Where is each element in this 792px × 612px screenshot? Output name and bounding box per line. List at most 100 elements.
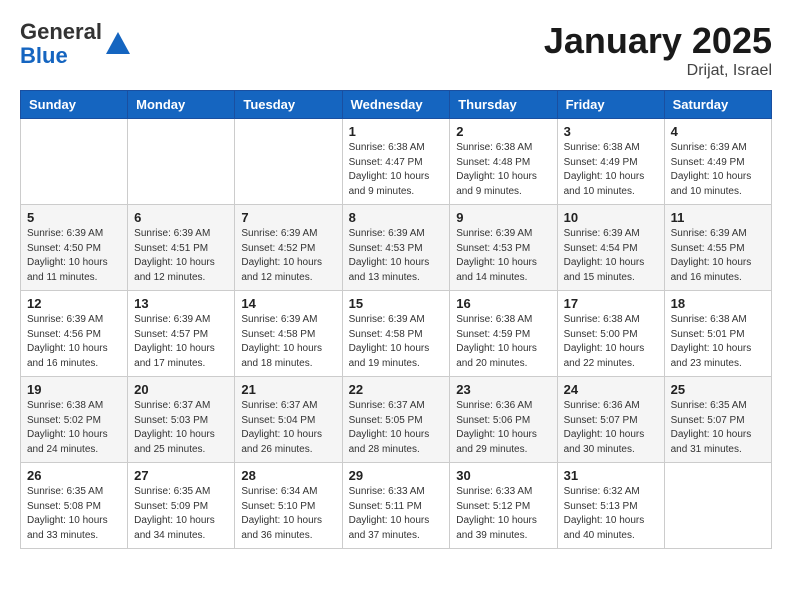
calendar-cell: 31 Sunrise: 6:32 AM Sunset: 5:13 PM Dayli… bbox=[557, 463, 664, 549]
calendar-cell: 5 Sunrise: 6:39 AM Sunset: 4:50 PM Daylig… bbox=[21, 205, 128, 291]
day-number: 23 bbox=[456, 382, 550, 397]
day-info: Sunrise: 6:39 AM Sunset: 4:50 PM Dayligh… bbox=[27, 227, 121, 285]
calendar-cell: 27 Sunrise: 6:35 AM Sunset: 5:09 PM Dayli… bbox=[128, 463, 235, 549]
day-number: 10 bbox=[564, 210, 658, 225]
day-info: Sunrise: 6:39 AM Sunset: 4:51 PM Dayligh… bbox=[134, 227, 228, 285]
day-info: Sunrise: 6:37 AM Sunset: 5:05 PM Dayligh… bbox=[349, 399, 444, 457]
day-info: Sunrise: 6:39 AM Sunset: 4:55 PM Dayligh… bbox=[671, 227, 765, 285]
calendar-cell: 18 Sunrise: 6:38 AM Sunset: 5:01 PM Dayli… bbox=[664, 291, 771, 377]
day-info: Sunrise: 6:33 AM Sunset: 5:11 PM Dayligh… bbox=[349, 485, 444, 543]
day-number: 31 bbox=[564, 468, 658, 483]
calendar-cell: 9Sunrise: 6:39 AM Sunset: 4:53 PM Daylig… bbox=[450, 205, 557, 291]
day-number: 19 bbox=[27, 382, 121, 397]
day-number: 29 bbox=[349, 468, 444, 483]
calendar-cell: 6 Sunrise: 6:39 AM Sunset: 4:51 PM Daylig… bbox=[128, 205, 235, 291]
calendar-cell: 25 Sunrise: 6:35 AM Sunset: 5:07 PM Dayli… bbox=[664, 377, 771, 463]
calendar-cell: 11 Sunrise: 6:39 AM Sunset: 4:55 PM Dayli… bbox=[664, 205, 771, 291]
day-info: Sunrise: 6:38 AM Sunset: 4:59 PM Dayligh… bbox=[456, 313, 550, 371]
day-number: 27 bbox=[134, 468, 228, 483]
calendar-header-row: SundayMondayTuesdayWednesdayThursdayFrid… bbox=[21, 91, 772, 119]
calendar-cell: 12 Sunrise: 6:39 AM Sunset: 4:56 PM Dayli… bbox=[21, 291, 128, 377]
day-info: Sunrise: 6:39 AM Sunset: 4:53 PM Dayligh… bbox=[349, 227, 444, 285]
calendar-cell: 10Sunrise: 6:39 AM Sunset: 4:54 PM Dayli… bbox=[557, 205, 664, 291]
day-number: 24 bbox=[564, 382, 658, 397]
day-number: 9 bbox=[456, 210, 550, 225]
day-number: 21 bbox=[241, 382, 335, 397]
calendar-cell: 4Sunrise: 6:39 AM Sunset: 4:49 PM Daylig… bbox=[664, 119, 771, 205]
calendar-cell: 16Sunrise: 6:38 AM Sunset: 4:59 PM Dayli… bbox=[450, 291, 557, 377]
day-number: 5 bbox=[27, 210, 121, 225]
day-info: Sunrise: 6:35 AM Sunset: 5:08 PM Dayligh… bbox=[27, 485, 121, 543]
day-number: 25 bbox=[671, 382, 765, 397]
day-number: 18 bbox=[671, 296, 765, 311]
calendar-day-header: Tuesday bbox=[235, 91, 342, 119]
day-info: Sunrise: 6:38 AM Sunset: 5:02 PM Dayligh… bbox=[27, 399, 121, 457]
calendar-cell: 26 Sunrise: 6:35 AM Sunset: 5:08 PM Dayli… bbox=[21, 463, 128, 549]
day-info: Sunrise: 6:34 AM Sunset: 5:10 PM Dayligh… bbox=[241, 485, 335, 543]
calendar-cell: 17 Sunrise: 6:38 AM Sunset: 5:00 PM Dayli… bbox=[557, 291, 664, 377]
calendar-day-header: Friday bbox=[557, 91, 664, 119]
day-info: Sunrise: 6:39 AM Sunset: 4:56 PM Dayligh… bbox=[27, 313, 121, 371]
day-number: 6 bbox=[134, 210, 228, 225]
day-number: 22 bbox=[349, 382, 444, 397]
day-number: 30 bbox=[456, 468, 550, 483]
calendar-cell: 21 Sunrise: 6:37 AM Sunset: 5:04 PM Dayli… bbox=[235, 377, 342, 463]
month-title: January 2025 bbox=[544, 20, 772, 62]
logo: General Blue bbox=[20, 20, 132, 68]
calendar-cell bbox=[235, 119, 342, 205]
day-number: 8 bbox=[349, 210, 444, 225]
day-number: 11 bbox=[671, 210, 765, 225]
day-number: 12 bbox=[27, 296, 121, 311]
calendar-week-row: 26 Sunrise: 6:35 AM Sunset: 5:08 PM Dayli… bbox=[21, 463, 772, 549]
day-info: Sunrise: 6:39 AM Sunset: 4:57 PM Dayligh… bbox=[134, 313, 228, 371]
calendar-cell: 19 Sunrise: 6:38 AM Sunset: 5:02 PM Dayli… bbox=[21, 377, 128, 463]
calendar-day-header: Monday bbox=[128, 91, 235, 119]
day-info: Sunrise: 6:38 AM Sunset: 5:01 PM Dayligh… bbox=[671, 313, 765, 371]
calendar-day-header: Saturday bbox=[664, 91, 771, 119]
calendar-day-header: Thursday bbox=[450, 91, 557, 119]
day-info: Sunrise: 6:38 AM Sunset: 4:47 PM Dayligh… bbox=[349, 141, 444, 199]
day-number: 1 bbox=[349, 124, 444, 139]
calendar-cell bbox=[128, 119, 235, 205]
calendar-week-row: 12 Sunrise: 6:39 AM Sunset: 4:56 PM Dayli… bbox=[21, 291, 772, 377]
calendar-cell: 29 Sunrise: 6:33 AM Sunset: 5:11 PM Dayli… bbox=[342, 463, 450, 549]
day-number: 4 bbox=[671, 124, 765, 139]
day-info: Sunrise: 6:33 AM Sunset: 5:12 PM Dayligh… bbox=[456, 485, 550, 543]
day-info: Sunrise: 6:38 AM Sunset: 4:49 PM Dayligh… bbox=[564, 141, 658, 199]
day-info: Sunrise: 6:39 AM Sunset: 4:52 PM Dayligh… bbox=[241, 227, 335, 285]
calendar-cell: 14Sunrise: 6:39 AM Sunset: 4:58 PM Dayli… bbox=[235, 291, 342, 377]
location-text: Drijat, Israel bbox=[544, 62, 772, 80]
day-info: Sunrise: 6:32 AM Sunset: 5:13 PM Dayligh… bbox=[564, 485, 658, 543]
calendar-cell: 20 Sunrise: 6:37 AM Sunset: 5:03 PM Dayli… bbox=[128, 377, 235, 463]
day-number: 14 bbox=[241, 296, 335, 311]
day-number: 13 bbox=[134, 296, 228, 311]
calendar-cell: 1 Sunrise: 6:38 AM Sunset: 4:47 PM Daylig… bbox=[342, 119, 450, 205]
day-info: Sunrise: 6:38 AM Sunset: 4:48 PM Dayligh… bbox=[456, 141, 550, 199]
calendar-cell: 22 Sunrise: 6:37 AM Sunset: 5:05 PM Dayli… bbox=[342, 377, 450, 463]
calendar-cell: 3 Sunrise: 6:38 AM Sunset: 4:49 PM Daylig… bbox=[557, 119, 664, 205]
day-number: 17 bbox=[564, 296, 658, 311]
calendar-day-header: Wednesday bbox=[342, 91, 450, 119]
calendar-cell: 2Sunrise: 6:38 AM Sunset: 4:48 PM Daylig… bbox=[450, 119, 557, 205]
calendar-cell: 24Sunrise: 6:36 AM Sunset: 5:07 PM Dayli… bbox=[557, 377, 664, 463]
day-number: 7 bbox=[241, 210, 335, 225]
day-info: Sunrise: 6:37 AM Sunset: 5:04 PM Dayligh… bbox=[241, 399, 335, 457]
day-number: 26 bbox=[27, 468, 121, 483]
day-number: 20 bbox=[134, 382, 228, 397]
calendar-table: SundayMondayTuesdayWednesdayThursdayFrid… bbox=[20, 90, 772, 549]
calendar-cell: 13 Sunrise: 6:39 AM Sunset: 4:57 PM Dayli… bbox=[128, 291, 235, 377]
day-info: Sunrise: 6:35 AM Sunset: 5:07 PM Dayligh… bbox=[671, 399, 765, 457]
calendar-cell: 28Sunrise: 6:34 AM Sunset: 5:10 PM Dayli… bbox=[235, 463, 342, 549]
day-info: Sunrise: 6:36 AM Sunset: 5:06 PM Dayligh… bbox=[456, 399, 550, 457]
calendar-week-row: 1 Sunrise: 6:38 AM Sunset: 4:47 PM Daylig… bbox=[21, 119, 772, 205]
day-info: Sunrise: 6:38 AM Sunset: 5:00 PM Dayligh… bbox=[564, 313, 658, 371]
day-info: Sunrise: 6:37 AM Sunset: 5:03 PM Dayligh… bbox=[134, 399, 228, 457]
title-block: January 2025 Drijat, Israel bbox=[544, 20, 772, 80]
calendar-week-row: 19 Sunrise: 6:38 AM Sunset: 5:02 PM Dayli… bbox=[21, 377, 772, 463]
day-info: Sunrise: 6:39 AM Sunset: 4:58 PM Dayligh… bbox=[349, 313, 444, 371]
calendar-cell: 8 Sunrise: 6:39 AM Sunset: 4:53 PM Daylig… bbox=[342, 205, 450, 291]
calendar-cell: 15Sunrise: 6:39 AM Sunset: 4:58 PM Dayli… bbox=[342, 291, 450, 377]
day-info: Sunrise: 6:35 AM Sunset: 5:09 PM Dayligh… bbox=[134, 485, 228, 543]
calendar-cell: 30 Sunrise: 6:33 AM Sunset: 5:12 PM Dayli… bbox=[450, 463, 557, 549]
day-number: 3 bbox=[564, 124, 658, 139]
